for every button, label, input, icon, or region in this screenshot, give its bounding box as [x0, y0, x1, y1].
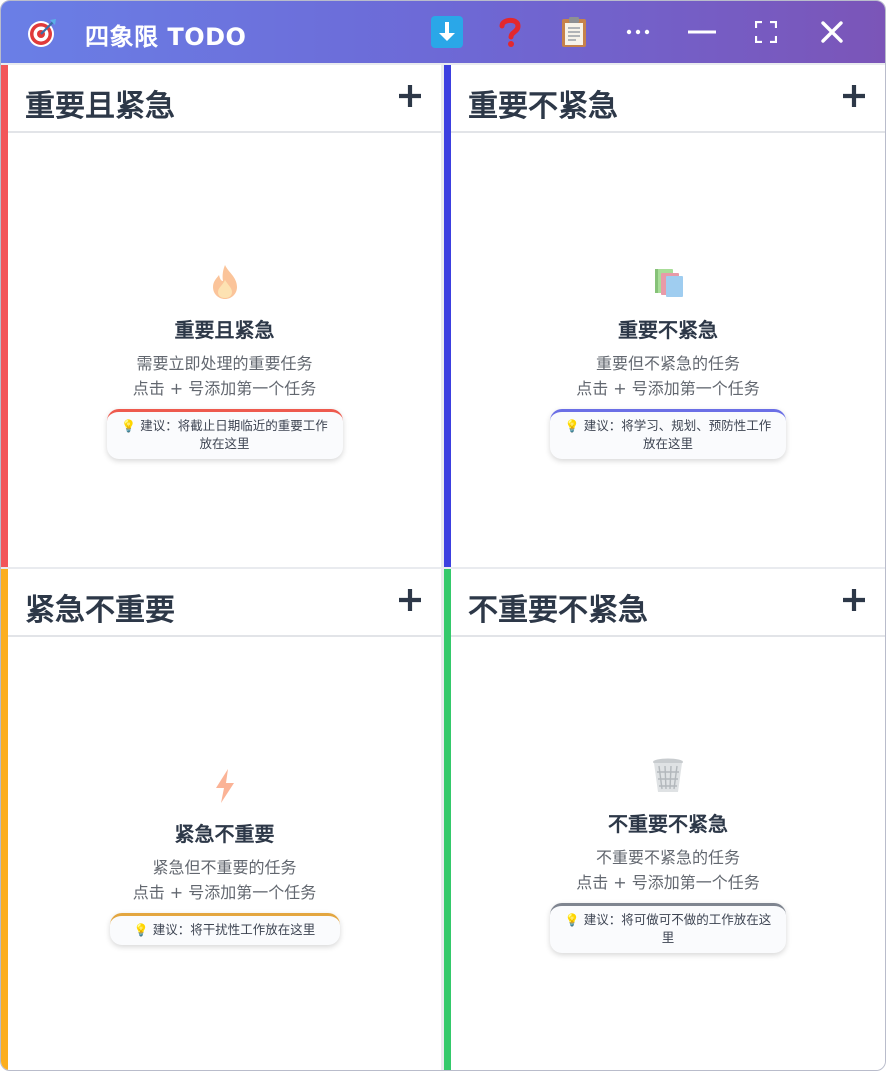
quadrant-title: 重要且紧急: [25, 89, 175, 124]
empty-state-description: 重要但不紧急的任务: [595, 354, 740, 373]
close-icon: [821, 21, 843, 43]
more-dots-icon: [626, 29, 650, 35]
quadrant-header: 紧急不重要: [8, 569, 441, 637]
minimize-icon: [688, 30, 716, 34]
empty-state-description: 不重要不紧急的任务: [595, 848, 740, 867]
title-bar[interactable]: 四象限 TODO: [1, 1, 885, 63]
question-mark-icon: [499, 17, 521, 47]
empty-state-hint: 点击 + 号添加第一个任务: [132, 883, 317, 902]
empty-state-description: 需要立即处理的重要任务: [136, 354, 313, 373]
lightning-icon: [215, 769, 234, 803]
tip-text: 建议：将干扰性工作放在这里: [152, 922, 316, 937]
quadrant-header: 重要且紧急: [8, 65, 441, 133]
quadrant-title: 重要不紧急: [468, 89, 618, 124]
empty-state-hint: 点击 + 号添加第一个任务: [576, 873, 760, 892]
app-title: 四象限 TODO: [85, 23, 247, 51]
add-task-button[interactable]: [397, 587, 423, 613]
empty-state: 重要且紧急 需要立即处理的重要任务 点击 + 号添加第一个任务 💡 建议：将截止日…: [8, 263, 441, 459]
app-window: 四象限 TODO 重要且紧急 重要且紧急 需要立即处理的重要任务 点击 + 号添…: [0, 0, 886, 1071]
add-task-button[interactable]: [841, 587, 867, 613]
lightbulb-icon: 💡: [133, 923, 149, 937]
quadrant-accent-bar: [1, 65, 8, 567]
tip-card: 💡 建议：将学习、规划、预防性工作放在这里: [550, 409, 786, 459]
tip-text: 建议：将可做可不做的工作放在这里: [583, 912, 772, 945]
quadrant-header: 不重要不紧急: [451, 569, 885, 637]
quadrant-accent-bar: [444, 65, 451, 567]
quadrant-not-important-not-urgent: 不重要不紧急 不重要不紧急 不重要不紧急的任务 点击 + 号添加第一个任务 💡 建…: [444, 569, 885, 1070]
download-icon: [431, 16, 463, 48]
help-button[interactable]: [493, 15, 527, 49]
quadrant-urgent-important: 重要且紧急 重要且紧急 需要立即处理的重要任务 点击 + 号添加第一个任务 💡 建…: [1, 65, 441, 567]
empty-state-title: 紧急不重要: [174, 822, 275, 846]
lightbulb-icon: 💡: [121, 419, 137, 433]
quadrant-header: 重要不紧急: [451, 65, 885, 133]
fire-icon: [212, 265, 237, 299]
add-task-button[interactable]: [841, 83, 867, 109]
tip-text: 建议：将截止日期临近的重要工作放在这里: [140, 418, 328, 451]
add-task-button[interactable]: [397, 83, 423, 109]
empty-state: 紧急不重要 紧急但不重要的任务 点击 + 号添加第一个任务 💡 建议：将干扰性工作…: [8, 767, 441, 945]
empty-state-title: 重要且紧急: [174, 318, 275, 342]
tip-card: 💡 建议：将可做可不做的工作放在这里: [550, 903, 786, 953]
quadrant-important-not-urgent: 重要不紧急 重要不紧急 重要但不紧急的任务 点击 + 号添加第一个任务 💡 建议：…: [444, 65, 885, 567]
target-icon: [28, 19, 56, 47]
minimize-button[interactable]: [685, 15, 719, 49]
clipboard-icon: [562, 17, 586, 47]
lightbulb-icon: 💡: [564, 419, 580, 433]
more-button[interactable]: [621, 15, 655, 49]
close-button[interactable]: [815, 15, 849, 49]
quadrant-title: 紧急不重要: [25, 593, 175, 628]
empty-state-description: 紧急但不重要的任务: [152, 858, 297, 877]
books-icon: [655, 269, 683, 297]
quadrant-title: 不重要不紧急: [468, 593, 648, 628]
lightbulb-icon: 💡: [564, 913, 580, 927]
fullscreen-icon: [755, 21, 777, 43]
trash-bin-icon: [653, 758, 683, 792]
download-button[interactable]: [430, 15, 464, 49]
maximize-button[interactable]: [749, 15, 783, 49]
empty-state-hint: 点击 + 号添加第一个任务: [132, 379, 317, 398]
quadrant-accent-bar: [444, 569, 451, 1070]
tip-text: 建议：将学习、规划、预防性工作放在这里: [583, 418, 772, 451]
quadrant-accent-bar: [1, 569, 8, 1070]
empty-state-hint: 点击 + 号添加第一个任务: [576, 379, 760, 398]
empty-state-title: 重要不紧急: [618, 318, 718, 342]
tip-card: 💡 建议：将截止日期临近的重要工作放在这里: [106, 409, 343, 459]
empty-state-title: 不重要不紧急: [608, 812, 728, 836]
tip-card: 💡 建议：将干扰性工作放在这里: [109, 913, 340, 945]
quadrant-urgent-not-important: 紧急不重要 紧急不重要 紧急但不重要的任务 点击 + 号添加第一个任务 💡 建议：…: [1, 569, 441, 1070]
empty-state: 不重要不紧急 不重要不紧急的任务 点击 + 号添加第一个任务 💡 建议：将可做可不…: [451, 757, 885, 953]
clipboard-button[interactable]: [557, 15, 591, 49]
empty-state: 重要不紧急 重要但不紧急的任务 点击 + 号添加第一个任务 💡 建议：将学习、规划…: [451, 263, 885, 459]
